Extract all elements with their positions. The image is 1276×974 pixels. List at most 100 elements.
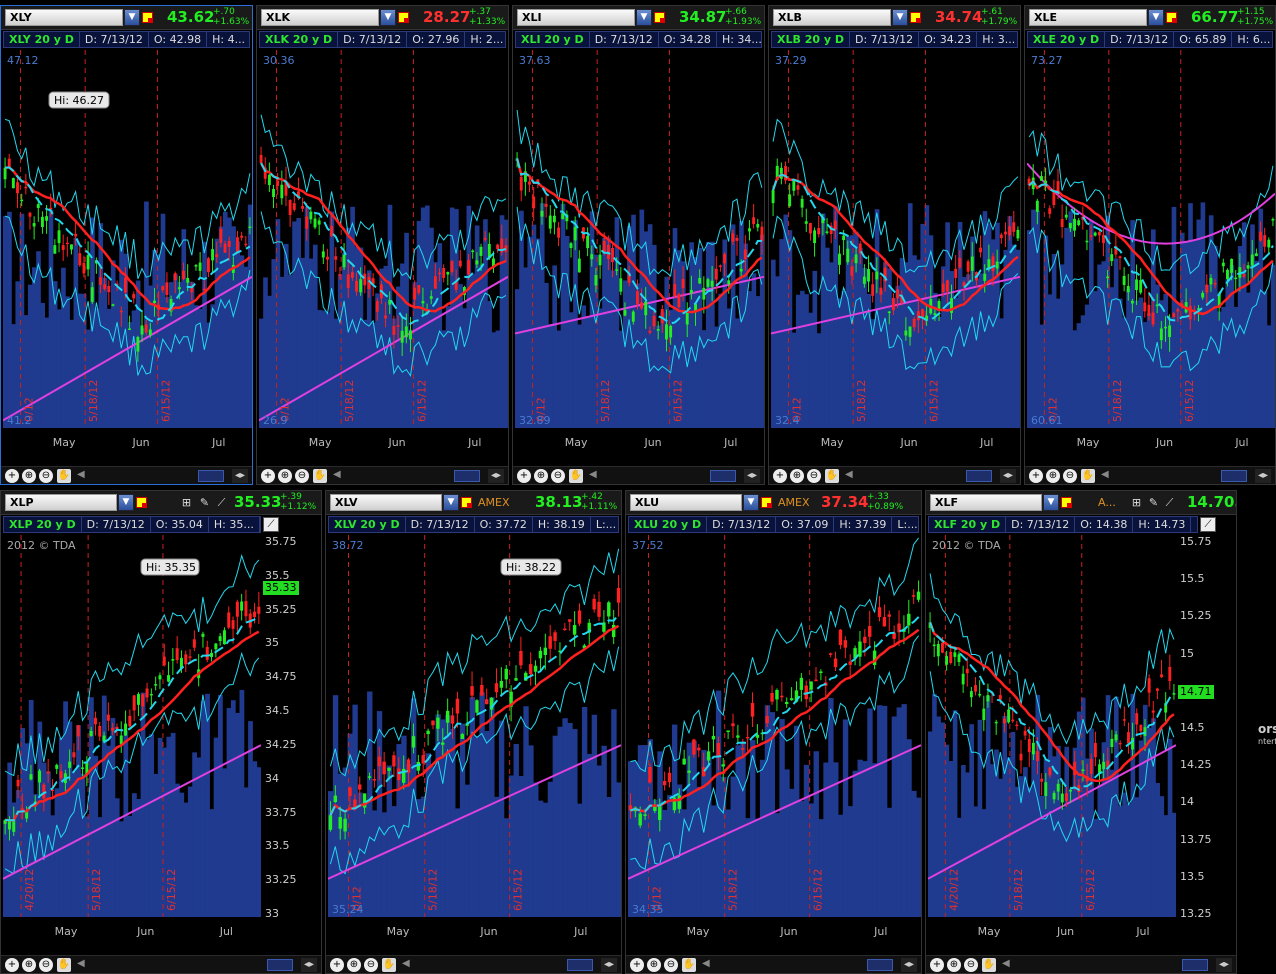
scrollbar-thumb[interactable] (1182, 959, 1208, 971)
link-color-icon[interactable] (461, 497, 472, 508)
price-chart[interactable]: May Jun Jul 4/20/12 5/18/12 6/15/12 2012 © TDA… (3, 535, 261, 957)
zoom-in-plus-icon[interactable]: + (517, 469, 531, 483)
pan-hand-icon[interactable]: ✋ (1081, 469, 1095, 483)
price-axis[interactable]: 35.75 35.5 35.25 35 34.75 34.5 34.25 34 33.75 33.… (263, 535, 303, 920)
price-chart[interactable]: May Jun Jul0/12 5/18/12 6/15/1237.2932.4 (771, 50, 1020, 468)
expand-range-icon[interactable]: ◂▸ (601, 958, 617, 972)
price-axis[interactable]: 15.7515.515.251514.7514.514.251413.7513.… (1178, 535, 1218, 920)
zoom-out-icon[interactable]: ⊖ (807, 469, 821, 483)
symbol-dropdown-button[interactable]: ▼ (380, 9, 396, 26)
chart-title[interactable]: XLV 20 y D (329, 517, 406, 532)
link-color-icon[interactable] (398, 12, 409, 23)
pan-hand-icon[interactable]: ✋ (382, 958, 396, 972)
chart-pane-xlv[interactable]: XLV ▼ AMEX 38.13 +.42 +1.11% XLV 20 y D D: 7/… (325, 490, 622, 974)
pan-hand-icon[interactable]: ✋ (569, 469, 583, 483)
symbol-input[interactable]: XLK (261, 9, 379, 26)
scroll-left-icon[interactable]: ◀ (333, 469, 341, 480)
zoom-in-icon[interactable]: ⊕ (947, 958, 961, 972)
expand-range-icon[interactable]: ◂▸ (488, 469, 504, 483)
scroll-left-icon[interactable]: ◀ (589, 469, 597, 480)
chart-title[interactable]: XLK 20 y D (260, 32, 339, 47)
chart-title[interactable]: XLE 20 y D (1028, 32, 1106, 47)
symbol-dropdown-button[interactable]: ▼ (1043, 494, 1059, 511)
pan-hand-icon[interactable]: ✋ (682, 958, 696, 972)
symbol-input[interactable]: XLP (5, 494, 117, 511)
chart-title[interactable]: XLP 20 y D (4, 517, 82, 532)
expand-range-icon[interactable]: ◂▸ (1255, 469, 1271, 483)
scroll-left-icon[interactable]: ◀ (845, 469, 853, 480)
symbol-dropdown-button[interactable]: ▼ (636, 9, 652, 26)
price-chart[interactable]: May Jun Jul0/12 5/18/12 6/15/1230.3626.9 (259, 50, 508, 468)
scrollbar-thumb[interactable] (198, 470, 224, 482)
zoom-in-plus-icon[interactable]: + (261, 469, 275, 483)
zoom-out-icon[interactable]: ⊖ (295, 469, 309, 483)
drawing-tools-icon[interactable]: ⟋ (214, 494, 229, 511)
zoom-out-icon[interactable]: ⊖ (39, 958, 53, 972)
drawing-toggle-icon[interactable]: ⟋ (263, 517, 279, 532)
drawing-toggle-icon[interactable]: ⟋ (1200, 517, 1216, 532)
scrollbar-thumb[interactable] (1221, 470, 1247, 482)
link-color-icon[interactable] (136, 497, 147, 508)
symbol-input[interactable]: XLB (773, 9, 891, 26)
price-chart[interactable]: May Jun Jul0/12 5/18/12 6/15/1247.1241.2Hi: … (3, 50, 252, 468)
zoom-in-plus-icon[interactable]: + (630, 958, 644, 972)
zoom-in-icon[interactable]: ⊕ (22, 469, 36, 483)
symbol-dropdown-button[interactable]: ▼ (124, 9, 140, 26)
zoom-in-icon[interactable]: ⊕ (278, 469, 292, 483)
compare-icon[interactable]: ⊞ (179, 494, 194, 511)
zoom-in-plus-icon[interactable]: + (930, 958, 944, 972)
pan-hand-icon[interactable]: ✋ (313, 469, 327, 483)
expand-range-icon[interactable]: ◂▸ (901, 958, 917, 972)
zoom-in-icon[interactable]: ⊕ (1046, 469, 1060, 483)
zoom-out-icon[interactable]: ⊖ (551, 469, 565, 483)
symbol-dropdown-button[interactable]: ▼ (743, 494, 759, 511)
price-chart[interactable]: May Jun Jul0/12 5/18/12 6/15/1273.2760.61 (1027, 50, 1275, 468)
scroll-left-icon[interactable]: ◀ (1101, 469, 1109, 480)
chart-pane-xle[interactable]: XLE ▼ 66.77 +1.15 +1.75% XLE 20 y D D: 7/13/… (1024, 5, 1276, 485)
symbol-input[interactable]: XLF (930, 494, 1042, 511)
chart-title[interactable]: XLB 20 y D (772, 32, 850, 47)
link-color-icon[interactable] (910, 12, 921, 23)
chart-title[interactable]: XLY 20 y D (4, 32, 80, 47)
scrollbar-thumb[interactable] (454, 470, 480, 482)
drawing-tools-icon[interactable]: ⟋ (1162, 494, 1177, 511)
scrollbar-thumb[interactable] (267, 959, 293, 971)
chart-pane-xlb[interactable]: XLB ▼ 34.74 +.61 +1.79% XLB 20 y D D: 7/13/1… (768, 5, 1021, 485)
price-chart[interactable]: May Jun Jul0/12 5/18/12 6/15/1237.5234.35 (628, 535, 921, 957)
chart-title[interactable]: XLI 20 y D (516, 32, 590, 47)
price-chart[interactable]: May Jun Jul0/12 5/18/12 6/15/1237.6332.89 (515, 50, 764, 468)
scrollbar-thumb[interactable] (867, 959, 893, 971)
chart-title[interactable]: XLF 20 y D (929, 517, 1007, 532)
scroll-left-icon[interactable]: ◀ (402, 958, 410, 969)
symbol-input[interactable]: XLI (517, 9, 635, 26)
draw-pencil-icon[interactable]: ✎ (1146, 494, 1161, 511)
scrollbar-thumb[interactable] (567, 959, 593, 971)
symbol-dropdown-button[interactable]: ▼ (1148, 9, 1164, 26)
zoom-out-icon[interactable]: ⊖ (1063, 469, 1077, 483)
zoom-in-icon[interactable]: ⊕ (22, 958, 36, 972)
pan-hand-icon[interactable]: ✋ (982, 958, 996, 972)
pan-hand-icon[interactable]: ✋ (57, 958, 71, 972)
zoom-out-icon[interactable]: ⊖ (39, 469, 53, 483)
scrollbar-thumb[interactable] (966, 470, 992, 482)
symbol-input[interactable]: XLU (630, 494, 742, 511)
scroll-left-icon[interactable]: ◀ (77, 958, 85, 969)
zoom-in-plus-icon[interactable]: + (773, 469, 787, 483)
zoom-in-icon[interactable]: ⊕ (647, 958, 661, 972)
zoom-in-icon[interactable]: ⊕ (790, 469, 804, 483)
chart-pane-xlk[interactable]: XLK ▼ 28.27 +.37 +1.33% XLK 20 y D D: 7/13/1… (256, 5, 509, 485)
expand-range-icon[interactable]: ◂▸ (301, 958, 317, 972)
zoom-out-icon[interactable]: ⊖ (364, 958, 378, 972)
zoom-in-plus-icon[interactable]: + (5, 469, 19, 483)
scrollbar-thumb[interactable] (710, 470, 736, 482)
expand-range-icon[interactable]: ◂▸ (232, 469, 248, 483)
scroll-left-icon[interactable]: ◀ (1002, 958, 1010, 969)
expand-range-icon[interactable]: ◂▸ (1216, 958, 1232, 972)
pan-hand-icon[interactable]: ✋ (57, 469, 71, 483)
zoom-in-plus-icon[interactable]: + (5, 958, 19, 972)
link-color-icon[interactable] (654, 12, 665, 23)
price-chart[interactable]: May Jun Jul 4/20/12 5/18/12 6/15/12 2012 © TDA (928, 535, 1176, 957)
price-chart[interactable]: May Jun Jul0/12 5/18/12 6/15/1238.7235.24Hi:… (328, 535, 621, 957)
symbol-dropdown-button[interactable]: ▼ (892, 9, 908, 26)
expand-range-icon[interactable]: ◂▸ (1000, 469, 1016, 483)
